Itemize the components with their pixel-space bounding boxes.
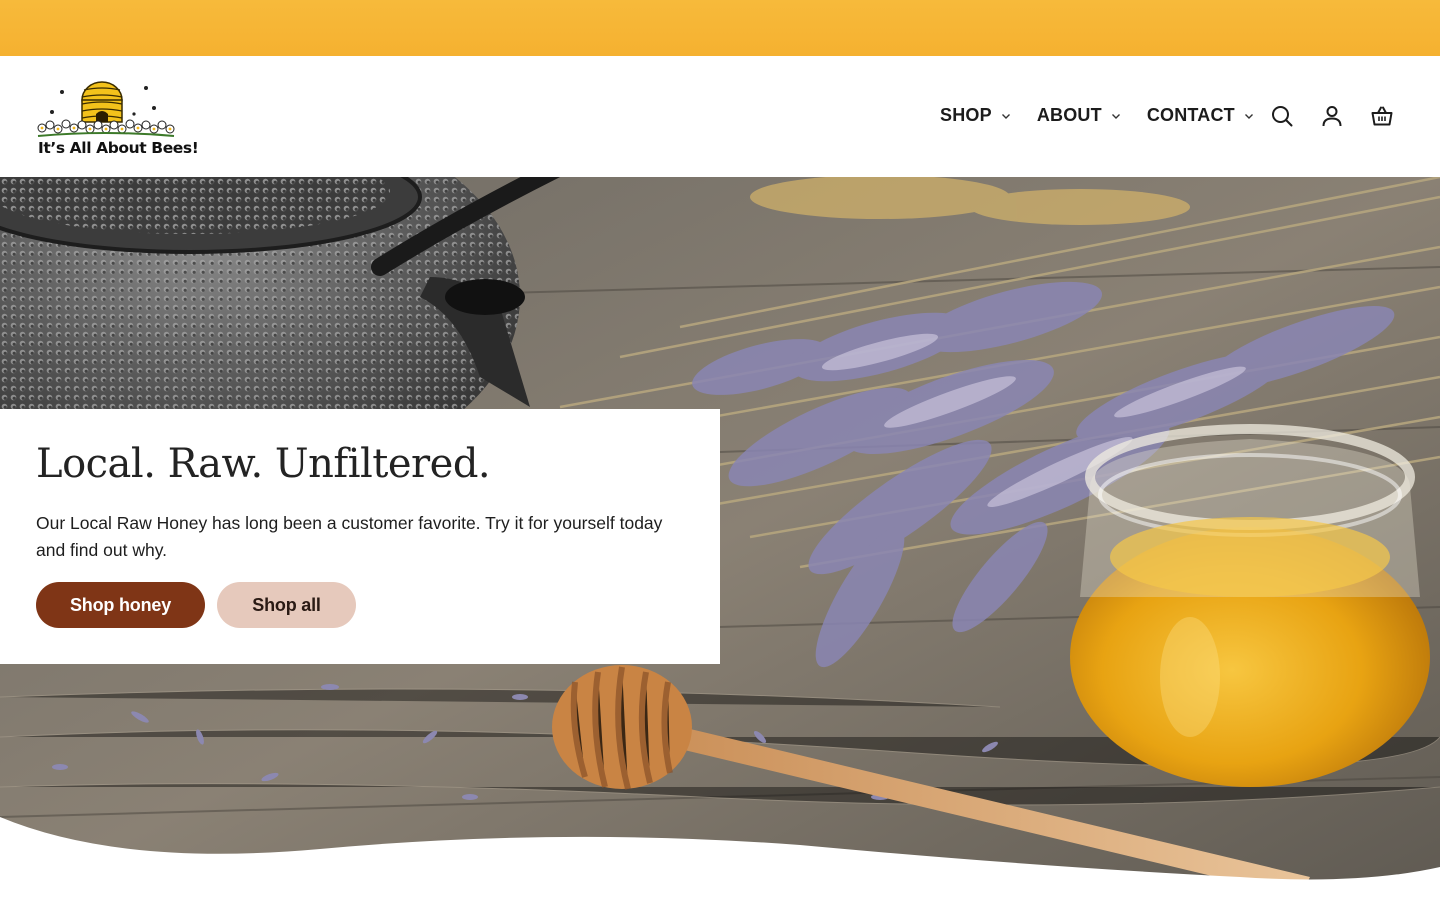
nav-item-shop[interactable]: SHOP [940, 105, 1011, 126]
shop-all-button[interactable]: Shop all [217, 582, 356, 628]
main-nav: SHOP ABOUT CONTACT [940, 105, 1280, 126]
hero-heading: Local. Raw. Unfiltered. [36, 441, 491, 487]
brand-logo[interactable]: It’s All About Bees! [34, 78, 199, 162]
search-button[interactable] [1268, 102, 1296, 130]
hero-banner: Local. Raw. Unfiltered. Our Local Raw Ho… [0, 177, 1440, 900]
chevron-down-icon [1001, 113, 1010, 119]
nav-item-label: SHOP [940, 105, 992, 125]
beehive-logo-icon [37, 81, 175, 137]
site-header: It’s All About Bees! SHOP ABOUT CONTACT [0, 56, 1440, 177]
nav-item-label: CONTACT [1146, 105, 1235, 125]
cart-button[interactable] [1368, 102, 1396, 130]
nav-item-label: ABOUT [1036, 105, 1102, 125]
chevron-down-icon [1111, 113, 1120, 119]
brand-name: It’s All About Bees! [38, 139, 199, 157]
chevron-down-icon [1244, 113, 1253, 119]
cart-basket-icon [1371, 106, 1393, 126]
hero-content-card: Local. Raw. Unfiltered. Our Local Raw Ho… [0, 409, 720, 664]
hero-description: Our Local Raw Honey has long been a cust… [36, 513, 663, 560]
announcement-bar [0, 0, 1440, 56]
nav-item-about[interactable]: ABOUT [1037, 105, 1121, 126]
search-icon [1272, 106, 1293, 127]
header-icons [1268, 102, 1418, 130]
account-button[interactable] [1318, 102, 1346, 130]
nav-item-contact[interactable]: CONTACT [1147, 105, 1254, 126]
account-icon [1322, 106, 1342, 127]
shop-honey-button[interactable]: Shop honey [36, 582, 205, 628]
